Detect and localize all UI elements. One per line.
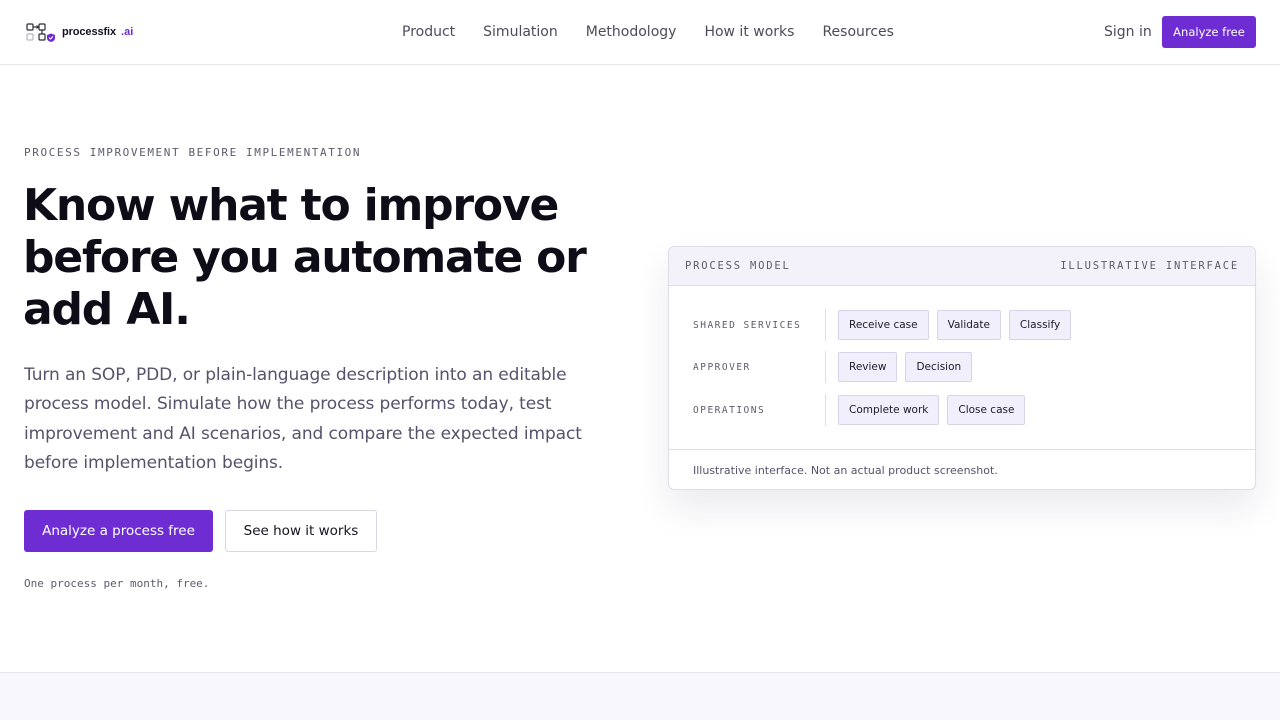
lane-shared-services: SHARED SERVICES Receive case Validate Cl… [693, 309, 1079, 341]
hero-eyebrow: PROCESS IMPROVEMENT BEFORE IMPLEMENTATIO… [24, 146, 362, 159]
analyze-free-button[interactable]: Analyze free [1162, 16, 1256, 48]
nav-link-how-it-works[interactable]: How it works [704, 23, 794, 41]
process-flow-icon [26, 22, 56, 42]
card-tag: ILLUSTRATIVE INTERFACE [1060, 260, 1239, 272]
card-disclaimer: Illustrative interface. Not an actual pr… [669, 449, 1255, 489]
free-tier-note: One process per month, free. [24, 577, 210, 590]
sign-in-link[interactable]: Sign in [1104, 23, 1152, 41]
step-review[interactable]: Review [838, 352, 898, 382]
next-section-band [0, 672, 1280, 720]
nav-link-product[interactable]: Product [402, 23, 455, 41]
process-model-card: PROCESS MODEL ILLUSTRATIVE INTERFACE SHA… [668, 246, 1256, 490]
brand-tld: .ai [121, 26, 134, 38]
card-header: PROCESS MODEL ILLUSTRATIVE INTERFACE [669, 247, 1255, 286]
see-how-it-works-button[interactable]: See how it works [225, 510, 377, 552]
lane-approver: APPROVER Review Decision [693, 351, 980, 383]
lane-steps: Receive case Validate Classify [838, 310, 1079, 340]
step-close-case[interactable]: Close case [947, 395, 1026, 425]
primary-navigation: Product Simulation Methodology How it wo… [402, 23, 922, 41]
card-title: PROCESS MODEL [685, 260, 791, 272]
top-nav: processfix .ai Product Simulation Method… [0, 0, 1280, 65]
brand-name: processfix [62, 26, 117, 38]
step-receive-case[interactable]: Receive case [838, 310, 929, 340]
nav-link-simulation[interactable]: Simulation [483, 23, 558, 41]
step-complete-work[interactable]: Complete work [838, 395, 940, 425]
brand-logo[interactable]: processfix .ai [26, 22, 133, 42]
step-classify[interactable]: Classify [1008, 310, 1072, 340]
hero-headline: Know what to improve before you automate… [23, 180, 587, 335]
step-validate[interactable]: Validate [936, 310, 1001, 340]
nav-link-methodology[interactable]: Methodology [586, 23, 677, 41]
lane-steps: Review Decision [838, 352, 980, 382]
lane-steps: Complete work Close case [838, 395, 1033, 425]
analyze-process-button[interactable]: Analyze a process free [24, 510, 213, 552]
nav-link-resources[interactable]: Resources [822, 23, 894, 41]
lane-label: APPROVER [693, 351, 826, 383]
lane-operations: OPERATIONS Complete work Close case [693, 394, 1033, 426]
hero-description: Turn an SOP, PDD, or plain-language desc… [24, 365, 582, 473]
lane-label: SHARED SERVICES [693, 309, 826, 341]
step-decision[interactable]: Decision [905, 352, 973, 382]
swimlanes: SHARED SERVICES Receive case Validate Cl… [669, 286, 1255, 449]
lane-label: OPERATIONS [693, 394, 826, 426]
